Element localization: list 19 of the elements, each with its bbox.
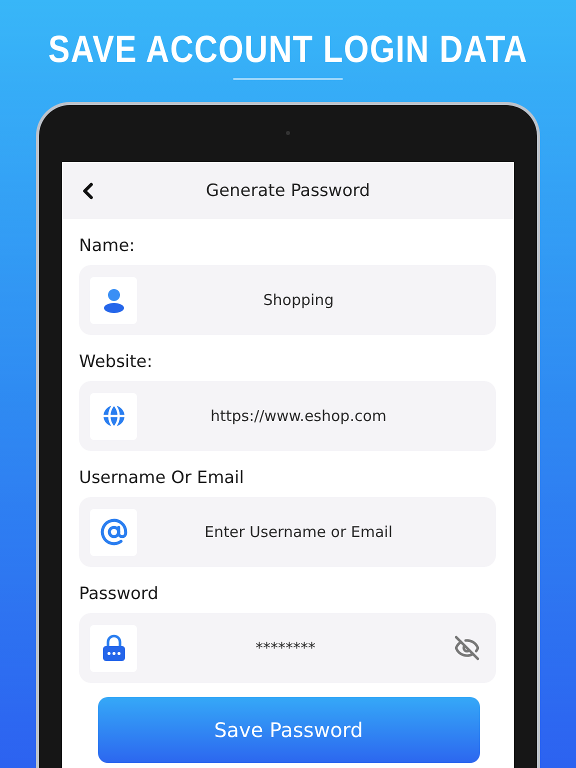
screen-title: Generate Password [206,180,370,200]
field-label: Name: [79,235,135,258]
text-input[interactable]: Enter Username or Email [137,496,460,568]
headline: SAVE ACCOUNT LOGIN DATA [48,28,528,72]
field-label: Username Or Email [79,467,244,490]
input-field[interactable]: Shopping [79,265,496,335]
text-input[interactable]: Shopping [137,264,460,336]
visibility-toggle[interactable] [454,635,480,661]
save-button[interactable]: Save Password [98,697,480,763]
lock-icon [102,634,126,662]
field-label: Website: [79,351,152,374]
text-input[interactable]: https://www.eshop.com [137,380,460,452]
field-label: Password [79,583,158,606]
eye-off-icon [454,635,480,661]
text-input[interactable]: ******** [137,612,434,684]
input-field[interactable]: Enter Username or Email [79,497,496,567]
input-field[interactable]: ******** [79,613,496,683]
input-field[interactable]: https://www.eshop.com [79,381,496,451]
at-sign-icon [100,518,128,546]
